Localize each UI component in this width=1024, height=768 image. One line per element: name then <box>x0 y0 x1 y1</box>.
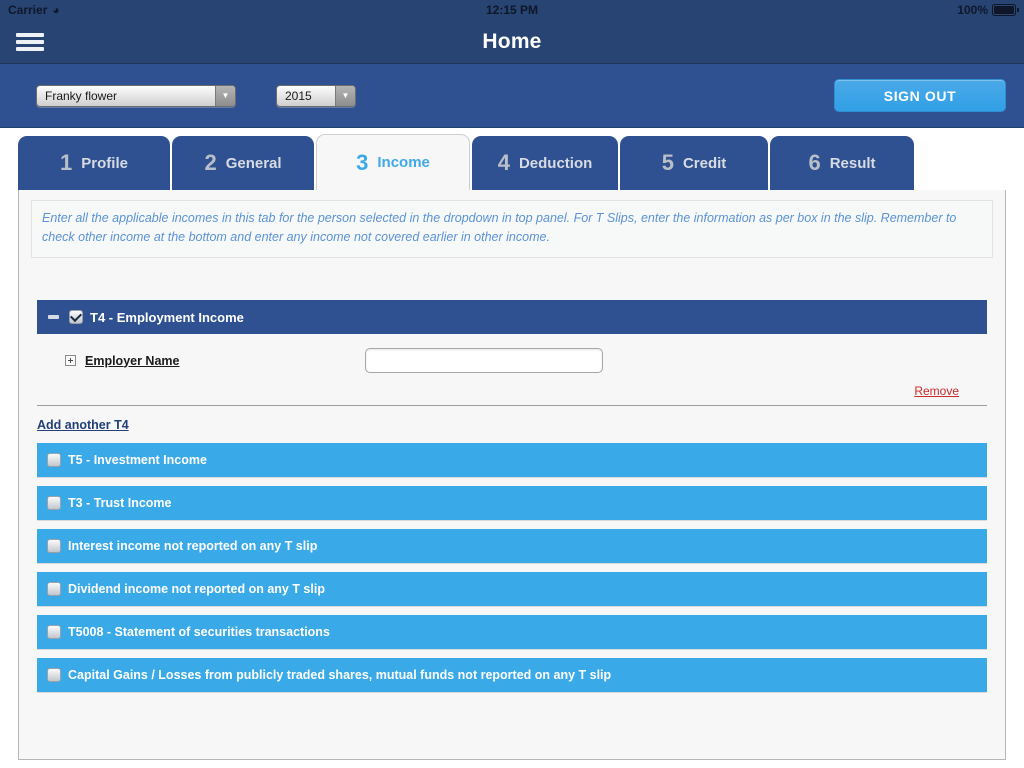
employer-name-row: Employer Name <box>37 348 987 373</box>
section-header-capital-gains[interactable]: Capital Gains / Losses from publicly tra… <box>37 658 987 692</box>
battery-percent-label: 100% <box>957 3 988 17</box>
tab-number: 4 <box>497 150 510 175</box>
employer-name-input[interactable] <box>365 348 603 373</box>
section-title-t4: T4 - Employment Income <box>90 309 244 325</box>
section-header-t3[interactable]: T3 - Trust Income <box>37 486 987 520</box>
plus-icon[interactable] <box>65 355 76 366</box>
instructions-box: Enter all the applicable incomes in this… <box>31 200 993 258</box>
section-title-t3: T3 - Trust Income <box>68 496 172 510</box>
section-title-interest-income: Interest income not reported on any T sl… <box>68 539 318 553</box>
employer-name-label[interactable]: Employer Name <box>85 354 365 368</box>
page-title: Home <box>482 29 542 53</box>
tab-number: 1 <box>60 150 73 175</box>
chevron-down-icon: ▼ <box>215 85 235 106</box>
tab-credit[interactable]: 5 Credit <box>620 136 768 190</box>
instructions-text: Enter all the applicable incomes in this… <box>42 211 957 244</box>
section-checkbox-t3[interactable] <box>47 496 61 510</box>
section-body-t4: Employer Name Remove <box>37 334 987 398</box>
tab-number: 5 <box>661 150 674 175</box>
section-title-dividend-income: Dividend income not reported on any T sl… <box>68 582 325 596</box>
tab-label: Deduction <box>518 154 593 172</box>
remove-t4-link[interactable]: Remove <box>914 384 959 398</box>
section-checkbox-t4[interactable] <box>69 310 83 324</box>
add-another-row: Add another T4 <box>31 406 993 434</box>
section-checkbox-t5[interactable] <box>47 453 61 467</box>
hamburger-menu-icon[interactable] <box>16 32 44 51</box>
tab-label: Credit <box>682 154 727 172</box>
tab-label: Result <box>829 154 876 172</box>
tab-bar: 1 Profile 2 General 3 Income 4 Deduction… <box>0 128 1024 190</box>
section-header-t4[interactable]: T4 - Employment Income <box>37 300 987 334</box>
sign-out-button[interactable]: SIGN OUT <box>834 79 1006 112</box>
section-checkbox-capital-gains[interactable] <box>47 668 61 682</box>
tab-general[interactable]: 2 General <box>172 136 314 190</box>
person-select[interactable]: Franky flower ▼ <box>36 84 236 107</box>
status-bar-clock: 12:15 PM <box>485 3 539 17</box>
tab-label: Income <box>377 154 430 171</box>
section-header-t5008[interactable]: T5008 - Statement of securities transact… <box>37 615 987 649</box>
minus-icon[interactable] <box>47 311 60 324</box>
section-checkbox-dividend-income[interactable] <box>47 582 61 596</box>
tab-income[interactable]: 3 Income <box>316 134 470 190</box>
top-toolbar: Franky flower ▼ 2015 ▼ SIGN OUT <box>0 64 1024 128</box>
tab-result[interactable]: 6 Result <box>770 136 914 190</box>
year-select-value: 2015 <box>285 88 312 103</box>
section-header-t5[interactable]: T5 - Investment Income <box>37 443 987 477</box>
tab-label: Profile <box>81 154 128 172</box>
section-title-capital-gains: Capital Gains / Losses from publicly tra… <box>68 668 612 682</box>
tab-label: General <box>225 154 282 172</box>
year-select[interactable]: 2015 ▼ <box>276 84 356 107</box>
person-select-value: Franky flower <box>45 88 118 103</box>
section-checkbox-interest-income[interactable] <box>47 539 61 553</box>
tab-number: 6 <box>808 150 821 175</box>
section-title-t5008: T5008 - Statement of securities transact… <box>68 625 330 639</box>
chevron-down-icon: ▼ <box>335 85 355 106</box>
tab-profile[interactable]: 1 Profile <box>18 136 170 190</box>
battery-icon <box>992 4 1019 16</box>
section-title-t5: T5 - Investment Income <box>68 453 207 467</box>
status-bar-right: 100% <box>957 3 1019 17</box>
tab-deduction[interactable]: 4 Deduction <box>472 136 618 190</box>
add-another-t4-link[interactable]: Add another T4 <box>37 418 129 432</box>
tab-number: 2 <box>204 150 217 175</box>
section-checkbox-t5008[interactable] <box>47 625 61 639</box>
tab-number: 3 <box>356 149 369 175</box>
income-content-panel: Enter all the applicable incomes in this… <box>18 190 1006 760</box>
panel-spacer <box>31 258 993 300</box>
ios-status-bar: Carrier ◕ 12:15 PM 100% <box>0 0 1024 20</box>
navigation-bar: Home <box>0 20 1024 64</box>
section-header-interest-income[interactable]: Interest income not reported on any T sl… <box>37 529 987 563</box>
remove-row: Remove <box>37 384 987 398</box>
section-header-dividend-income[interactable]: Dividend income not reported on any T sl… <box>37 572 987 606</box>
